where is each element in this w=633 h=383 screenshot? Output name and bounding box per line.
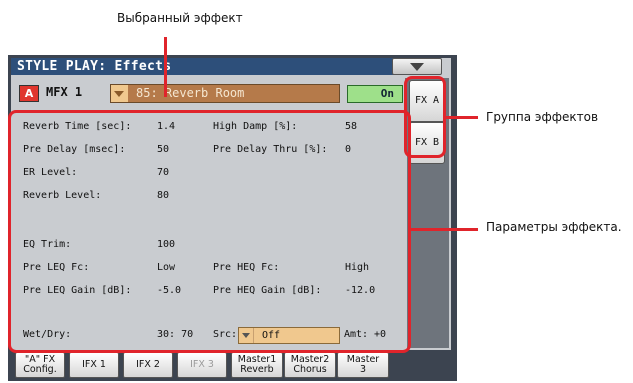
tab-a-fx-config[interactable]: "A" FX Config. bbox=[15, 352, 65, 378]
tab-line: Reverb bbox=[240, 364, 274, 375]
mfx-label: MFX 1 bbox=[46, 85, 83, 99]
chevron-down-icon bbox=[114, 91, 124, 97]
callout-box-effect-params bbox=[8, 110, 411, 353]
tab-line: IFX 1 bbox=[82, 359, 106, 370]
callout-line-effects-group bbox=[446, 116, 478, 119]
callout-effects-group: Группа эффектов bbox=[486, 110, 599, 124]
tab-ifx-3[interactable]: IFX 3 bbox=[177, 352, 227, 378]
effect-dropdown-arrow[interactable] bbox=[111, 85, 128, 102]
callout-line-selected-effect bbox=[164, 37, 167, 97]
tab-master2-chorus[interactable]: Master2 Chorus bbox=[284, 352, 336, 378]
tab-line: IFX 2 bbox=[136, 359, 160, 370]
callout-selected-effect: Выбранный эффект bbox=[117, 11, 243, 25]
tab-line: Chorus bbox=[293, 364, 327, 375]
tab-line: Config. bbox=[23, 364, 57, 375]
page-menu-button[interactable] bbox=[392, 58, 442, 75]
page-title: STYLE PLAY: Effects bbox=[17, 59, 172, 74]
slot-a-button[interactable]: A bbox=[19, 85, 39, 102]
effect-on-button[interactable]: On bbox=[347, 85, 403, 103]
selected-effect-name: 85: Reverb Room bbox=[136, 86, 245, 100]
tab-master1-reverb[interactable]: Master1 Reverb bbox=[231, 352, 283, 378]
tab-master-3[interactable]: Master 3 bbox=[337, 352, 389, 378]
tab-line: 3 bbox=[359, 364, 367, 375]
callout-effect-params: Параметры эффекта. bbox=[486, 220, 622, 234]
tab-ifx-2[interactable]: IFX 2 bbox=[123, 352, 173, 378]
tab-line: IFX 3 bbox=[190, 359, 214, 370]
tab-ifx-1[interactable]: IFX 1 bbox=[69, 352, 119, 378]
chevron-down-icon bbox=[410, 63, 424, 71]
callout-line-effect-params bbox=[411, 228, 478, 231]
